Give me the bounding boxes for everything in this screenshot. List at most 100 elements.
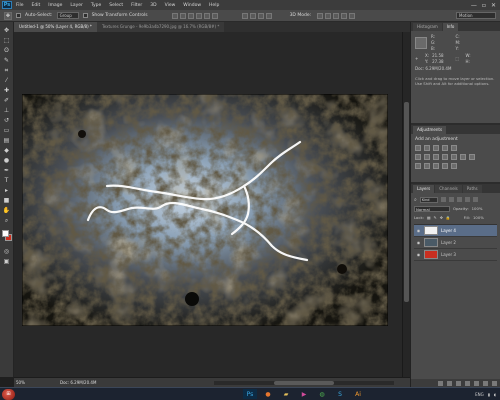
- align-top-icon[interactable]: [171, 12, 178, 19]
- channel-mixer-icon[interactable]: [460, 154, 466, 160]
- visibility-eye-icon[interactable]: ◉: [416, 228, 421, 233]
- eyedropper-tool-icon[interactable]: ⁄: [2, 76, 12, 85]
- delete-layer-icon[interactable]: [492, 380, 497, 386]
- quick-mask-icon[interactable]: ◎: [2, 247, 12, 256]
- visibility-eye-icon[interactable]: ◉: [416, 240, 421, 245]
- menu-3d[interactable]: 3D: [146, 3, 160, 8]
- 3d-slide-icon[interactable]: [341, 12, 348, 19]
- history-brush-tool-icon[interactable]: ↺: [2, 116, 12, 125]
- zoom-tool-icon[interactable]: ⌕: [2, 216, 12, 225]
- blur-tool-icon[interactable]: ◆: [2, 146, 12, 155]
- align-bottom-icon[interactable]: [187, 12, 194, 19]
- filter-type-icon[interactable]: [456, 197, 462, 202]
- align-left-icon[interactable]: [195, 12, 202, 19]
- foreground-color-swatch[interactable]: [1, 230, 9, 237]
- move-tool-preset-icon[interactable]: ✥: [4, 11, 12, 20]
- color-lookup-icon[interactable]: [469, 154, 475, 160]
- link-layers-icon[interactable]: [438, 380, 443, 386]
- close-icon[interactable]: ✕: [491, 2, 496, 9]
- clone-stamp-tool-icon[interactable]: ⊥: [2, 106, 12, 115]
- menu-layer[interactable]: Layer: [66, 3, 87, 8]
- tab-untitled-1[interactable]: Untitled-1 @ 50% (Layer 4, RGB/8) *: [14, 22, 97, 32]
- posterize-icon[interactable]: [424, 163, 430, 169]
- layer-row-layer-3[interactable]: ◉ Layer 3: [414, 249, 497, 261]
- illustrator-icon[interactable]: Ai: [351, 389, 365, 399]
- new-layer-icon[interactable]: [483, 380, 488, 386]
- screen-mode-icon[interactable]: ▣: [2, 257, 12, 266]
- hand-tool-icon[interactable]: ✋: [2, 206, 12, 215]
- volume-icon[interactable]: ◖: [494, 392, 496, 397]
- tab-info[interactable]: Info: [442, 23, 459, 31]
- distribute-top-icon[interactable]: [241, 12, 248, 19]
- folder-icon[interactable]: ▰: [279, 389, 293, 399]
- canvas-area[interactable]: [14, 32, 402, 377]
- vertical-scrollbar[interactable]: [402, 32, 410, 377]
- 3d-scale-icon[interactable]: [349, 12, 356, 19]
- maximize-icon[interactable]: ▫: [482, 2, 486, 9]
- distribute-bottom-icon[interactable]: [257, 12, 264, 19]
- layer-row-layer-2[interactable]: ◉ Layer 2: [414, 237, 497, 249]
- distribute-middle-icon[interactable]: [249, 12, 256, 19]
- layer-style-icon[interactable]: [447, 380, 452, 386]
- 3d-roll-icon[interactable]: [325, 12, 332, 19]
- tab-textures-grunge[interactable]: Textures Grunge - 9e9b3a4b7290.jpg @ 16.…: [96, 22, 225, 32]
- 3d-drag-icon[interactable]: [333, 12, 340, 19]
- grunge-texture-image[interactable]: [22, 94, 388, 326]
- minimize-icon[interactable]: —: [471, 2, 477, 9]
- black-white-icon[interactable]: [442, 154, 448, 160]
- brightness-contrast-icon[interactable]: [415, 145, 421, 151]
- new-group-icon[interactable]: [474, 380, 479, 386]
- chrome-icon[interactable]: ◍: [315, 389, 329, 399]
- lock-transparent-icon[interactable]: ▦: [427, 215, 431, 220]
- selective-color-icon[interactable]: [442, 163, 448, 169]
- exposure-icon[interactable]: [442, 145, 448, 151]
- lasso-tool-icon[interactable]: ʘ: [2, 46, 12, 55]
- horizontal-scroll-thumb[interactable]: [274, 381, 334, 385]
- language-indicator[interactable]: ENG: [475, 392, 484, 397]
- opacity-value[interactable]: 100%: [472, 206, 483, 211]
- fill-value[interactable]: 100%: [473, 215, 484, 220]
- vibrance-icon[interactable]: [415, 154, 421, 160]
- menu-edit[interactable]: Edit: [28, 3, 45, 8]
- menu-window[interactable]: Window: [179, 3, 205, 8]
- align-middle-icon[interactable]: [179, 12, 186, 19]
- visibility-eye-icon[interactable]: ◉: [416, 252, 421, 257]
- zoom-level[interactable]: 50%: [14, 380, 30, 385]
- filter-pixel-icon[interactable]: [440, 197, 446, 202]
- blend-mode-dropdown[interactable]: Normal: [414, 205, 450, 212]
- align-center-icon[interactable]: [203, 12, 210, 19]
- menu-filter[interactable]: Filter: [127, 3, 146, 8]
- auto-select-dropdown[interactable]: Group: [56, 12, 79, 19]
- levels-icon[interactable]: [424, 145, 430, 151]
- tab-layers[interactable]: Layers: [413, 185, 435, 193]
- pen-tool-icon[interactable]: ✒: [2, 166, 12, 175]
- align-right-icon[interactable]: [211, 12, 218, 19]
- tab-adjustments[interactable]: Adjustments: [413, 126, 447, 134]
- show-transform-checkbox[interactable]: [82, 13, 88, 18]
- media-icon[interactable]: ▶: [297, 389, 311, 399]
- lock-position-icon[interactable]: ✥: [440, 215, 443, 220]
- path-select-tool-icon[interactable]: ▸: [2, 186, 12, 195]
- network-icon[interactable]: ▮: [488, 392, 490, 397]
- start-button[interactable]: ⊞: [2, 388, 15, 400]
- invert-icon[interactable]: [415, 163, 421, 169]
- menu-view[interactable]: View: [161, 3, 180, 8]
- filter-smart-icon[interactable]: [472, 197, 478, 202]
- curves-icon[interactable]: [433, 145, 439, 151]
- healing-brush-tool-icon[interactable]: ✚: [2, 86, 12, 95]
- tab-channels[interactable]: Channels: [435, 185, 462, 193]
- eraser-tool-icon[interactable]: ▭: [2, 126, 12, 135]
- lock-image-icon[interactable]: ✎: [434, 215, 437, 220]
- dodge-tool-icon[interactable]: ●: [2, 156, 12, 165]
- tab-paths[interactable]: Paths: [462, 185, 482, 193]
- 3d-rotate-icon[interactable]: [317, 12, 324, 19]
- gradient-tool-icon[interactable]: ▤: [2, 136, 12, 145]
- menu-file[interactable]: File: [12, 3, 28, 8]
- skype-icon[interactable]: S: [333, 389, 347, 399]
- vertical-scroll-thumb[interactable]: [404, 102, 409, 302]
- workspace-dropdown[interactable]: Motion: [456, 12, 496, 19]
- color-balance-icon[interactable]: [433, 154, 439, 160]
- photoshop-icon[interactable]: Ps: [243, 389, 257, 399]
- add-mask-icon[interactable]: [456, 380, 461, 386]
- horizontal-scrollbar[interactable]: [214, 381, 394, 385]
